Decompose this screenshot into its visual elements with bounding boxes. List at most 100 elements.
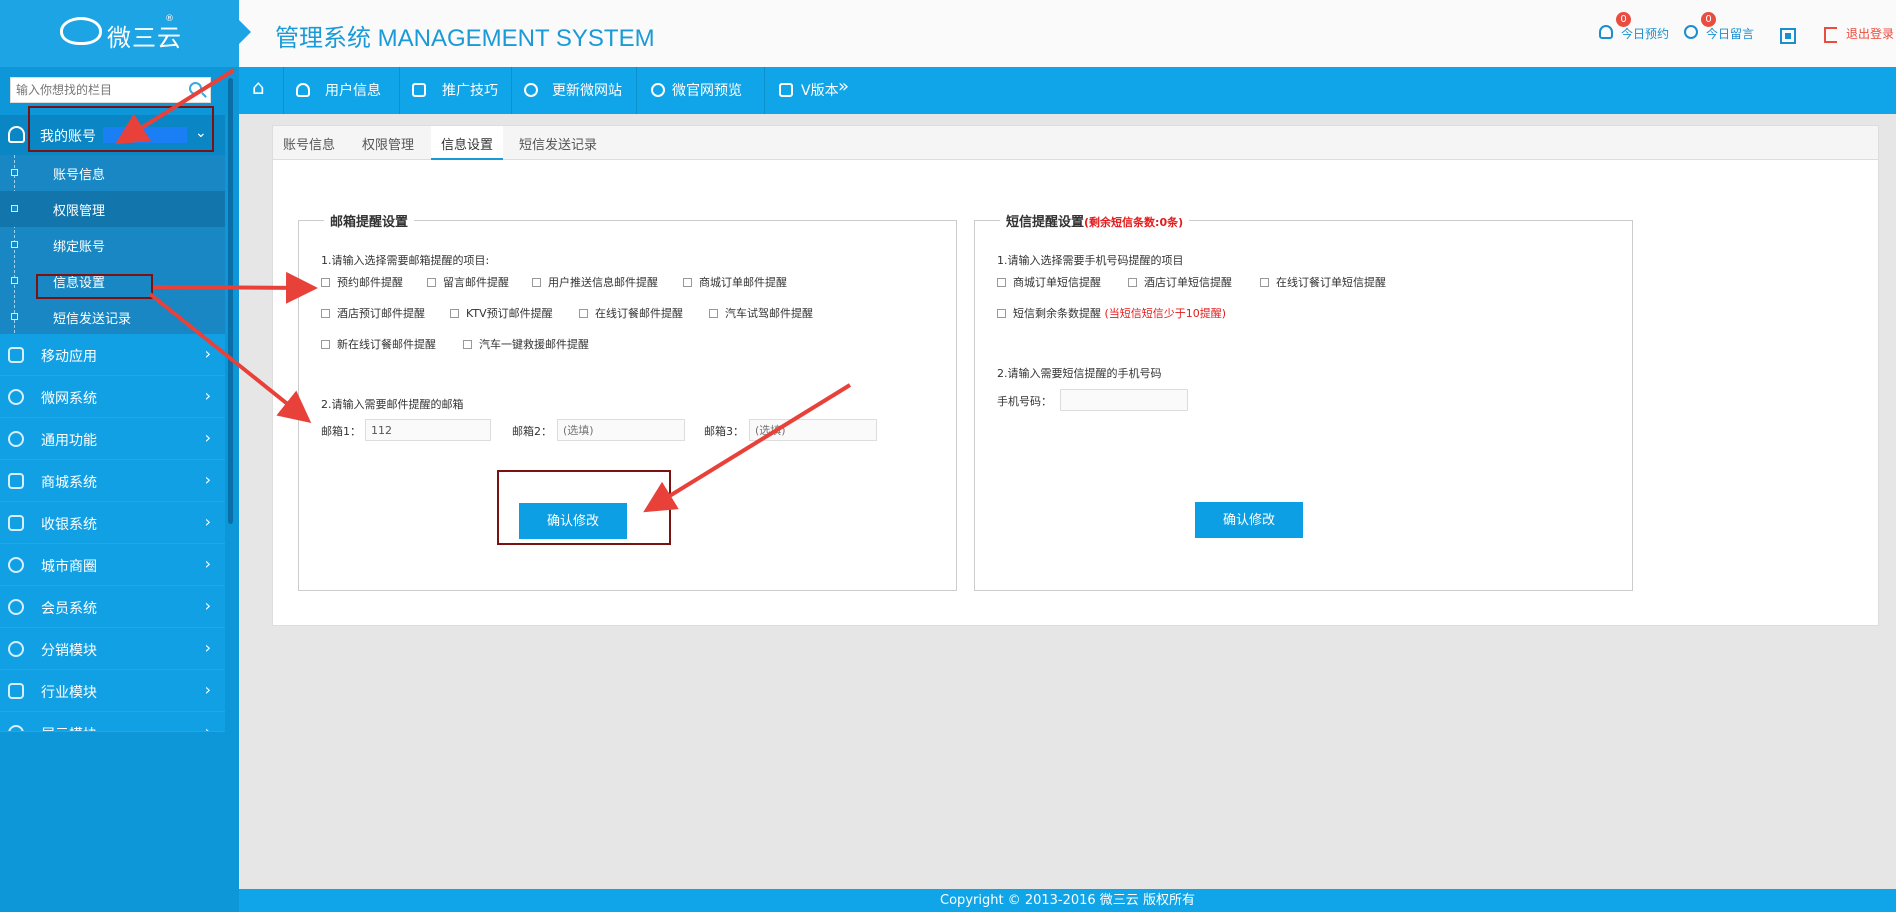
checkbox[interactable]: [709, 309, 718, 318]
sidebar-item-common-functions[interactable]: 通用功能 ›: [0, 418, 225, 460]
sidebar-item-distribution[interactable]: 分销模块 ›: [0, 628, 225, 670]
phone-input[interactable]: [1060, 389, 1188, 411]
chevron-right-icon: ›: [204, 722, 211, 732]
nav-promotion-tips[interactable]: 推广技巧: [400, 67, 512, 114]
home-icon: ⌂: [252, 75, 265, 99]
submenu-item-permissions[interactable]: 权限管理: [0, 191, 225, 227]
checkbox-mall-order-sms[interactable]: 商城订单短信提醒: [997, 274, 1101, 290]
checkbox[interactable]: [427, 278, 436, 287]
email1-label: 邮箱1：: [321, 425, 361, 438]
checkbox-push-info-email[interactable]: 用户推送信息邮件提醒: [532, 274, 658, 290]
checkbox[interactable]: [997, 278, 1006, 287]
checkbox-car-rescue-email[interactable]: 汽车一键救援邮件提醒: [463, 336, 589, 352]
qr-code-icon[interactable]: [1780, 28, 1796, 44]
sidebar-item-mobile-apps[interactable]: 移动应用 ›: [0, 334, 225, 376]
sidebar-item-industry[interactable]: 行业模块 ›: [0, 670, 225, 712]
tree-node-icon: [11, 277, 18, 284]
tab-permissions[interactable]: 权限管理: [352, 126, 424, 160]
checkbox[interactable]: [683, 278, 692, 287]
checkbox-label: 商城订单邮件提醒: [699, 276, 787, 289]
sidebar-search: [10, 77, 211, 103]
submenu-item-sms-log[interactable]: 短信发送记录: [0, 299, 225, 335]
user-icon: [296, 83, 310, 97]
sidebar-scrollbar[interactable]: [228, 78, 233, 524]
tree-node-icon: [11, 205, 18, 212]
checkbox-test-drive-email[interactable]: 汽车试驾邮件提醒: [709, 305, 813, 321]
email1-input[interactable]: [365, 419, 491, 441]
checkbox-appointment-email[interactable]: 预约邮件提醒: [321, 274, 403, 290]
logout-link[interactable]: 退出登录: [1846, 25, 1894, 42]
tab-info-settings[interactable]: 信息设置: [431, 126, 504, 160]
checkbox[interactable]: [532, 278, 541, 287]
play-icon: [8, 725, 24, 731]
nav-site-preview[interactable]: 微官网预览: [637, 67, 765, 114]
page-title: 管理系统 MANAGEMENT SYSTEM: [275, 25, 655, 52]
checkbox[interactable]: [1128, 278, 1137, 287]
checkbox[interactable]: [463, 340, 472, 349]
sidebar-item-cashier-system[interactable]: 收银系统 ›: [0, 502, 225, 544]
nav-label: 更新微网站: [552, 83, 622, 99]
search-icon[interactable]: [189, 82, 202, 95]
sidebar-item-mall-system[interactable]: 商城系统 ›: [0, 460, 225, 502]
checkbox-mall-order-email[interactable]: 商城订单邮件提醒: [683, 274, 787, 290]
sidebar-item-member-system[interactable]: 会员系统 ›: [0, 586, 225, 628]
tab-sms-log[interactable]: 短信发送记录: [509, 126, 607, 160]
checkbox[interactable]: [321, 340, 330, 349]
vip-icon: [8, 599, 24, 615]
nav-user-info[interactable]: 用户信息: [284, 67, 400, 114]
share-icon: [8, 557, 24, 573]
sms-settings-legend: 短信提醒设置(剩余短信条数:0条): [1000, 211, 1190, 230]
today-messages-link[interactable]: 今日留言: [1706, 25, 1754, 42]
nav-update-site[interactable]: 更新微网站: [512, 67, 637, 114]
sidebar-item-micro-site[interactable]: 微网系统 ›: [0, 376, 225, 418]
megaphone-icon: [412, 83, 426, 97]
cloud-logo-icon: [60, 17, 102, 45]
double-chevron-icon: »: [838, 76, 850, 97]
checkbox-message-email[interactable]: 留言邮件提醒: [427, 274, 509, 290]
submenu-item-bind-account[interactable]: 绑定账号: [0, 227, 225, 263]
tab-account-info[interactable]: 账号信息: [273, 126, 345, 160]
checkbox-label: 酒店预订邮件提醒: [337, 307, 425, 320]
checkbox-online-meal-sms[interactable]: 在线订餐订单短信提醒: [1260, 274, 1386, 290]
checkbox[interactable]: [1260, 278, 1269, 287]
checkbox[interactable]: [321, 278, 330, 287]
nav-label: 用户信息: [325, 83, 381, 99]
sidebar-item-label: 移动应用: [41, 349, 97, 365]
chevron-right-icon: ›: [204, 596, 211, 615]
nav-label: 微官网预览: [672, 83, 742, 99]
email2-input[interactable]: [557, 419, 685, 441]
sms-remaining-count: (剩余短信条数:0条): [1084, 216, 1184, 229]
highlight-box-confirm: [497, 470, 671, 545]
checkbox-hotel-order-sms[interactable]: 酒店订单短信提醒: [1128, 274, 1232, 290]
logout-icon: [1824, 27, 1837, 43]
sms-question-2: 2.请输入需要短信提醒的手机号码: [997, 367, 1162, 380]
home-button[interactable]: ⌂: [239, 67, 284, 114]
checkbox[interactable]: [450, 309, 459, 318]
checkbox-new-online-meal-email[interactable]: 新在线订餐邮件提醒: [321, 336, 436, 352]
checkbox-online-meal-email[interactable]: 在线订餐邮件提醒: [579, 305, 683, 321]
today-appointments-link[interactable]: 今日预约: [1621, 25, 1669, 42]
sidebar-item-display[interactable]: 展示模块 ›: [0, 712, 225, 732]
checkbox-hotel-email[interactable]: 酒店预订邮件提醒: [321, 305, 425, 321]
nav-version[interactable]: V版本»: [765, 67, 865, 114]
submenu-label: 短信发送记录: [53, 312, 132, 327]
submenu-item-account-info[interactable]: 账号信息: [0, 155, 225, 191]
checkbox-label: 酒店订单短信提醒: [1144, 276, 1232, 289]
checkbox[interactable]: [321, 309, 330, 318]
submenu-label: 绑定账号: [53, 240, 106, 255]
checkbox-label: 商城订单短信提醒: [1013, 276, 1101, 289]
sidebar-item-city-business[interactable]: 城市商圈 ›: [0, 544, 225, 586]
email3-input[interactable]: [749, 419, 877, 441]
eye-icon: [651, 83, 665, 97]
checkbox-sms-balance[interactable]: 短信剩余条数提醒 (当短信短信少于10提醒): [997, 305, 1226, 321]
sidebar-search-input[interactable]: [11, 78, 181, 102]
chevron-right-icon: ›: [204, 680, 211, 699]
chevron-right-icon: ›: [204, 470, 211, 489]
checkbox-label: 汽车试驾邮件提醒: [725, 307, 813, 320]
checkbox-ktv-email[interactable]: KTV预订邮件提醒: [450, 305, 553, 321]
checkbox[interactable]: [997, 309, 1006, 318]
sms-confirm-button[interactable]: 确认修改: [1195, 502, 1303, 538]
checkbox[interactable]: [579, 309, 588, 318]
sms-question-1: 1.请输入选择需要手机号码提醒的项目: [997, 254, 1184, 267]
checkbox-label: 留言邮件提醒: [443, 276, 509, 289]
